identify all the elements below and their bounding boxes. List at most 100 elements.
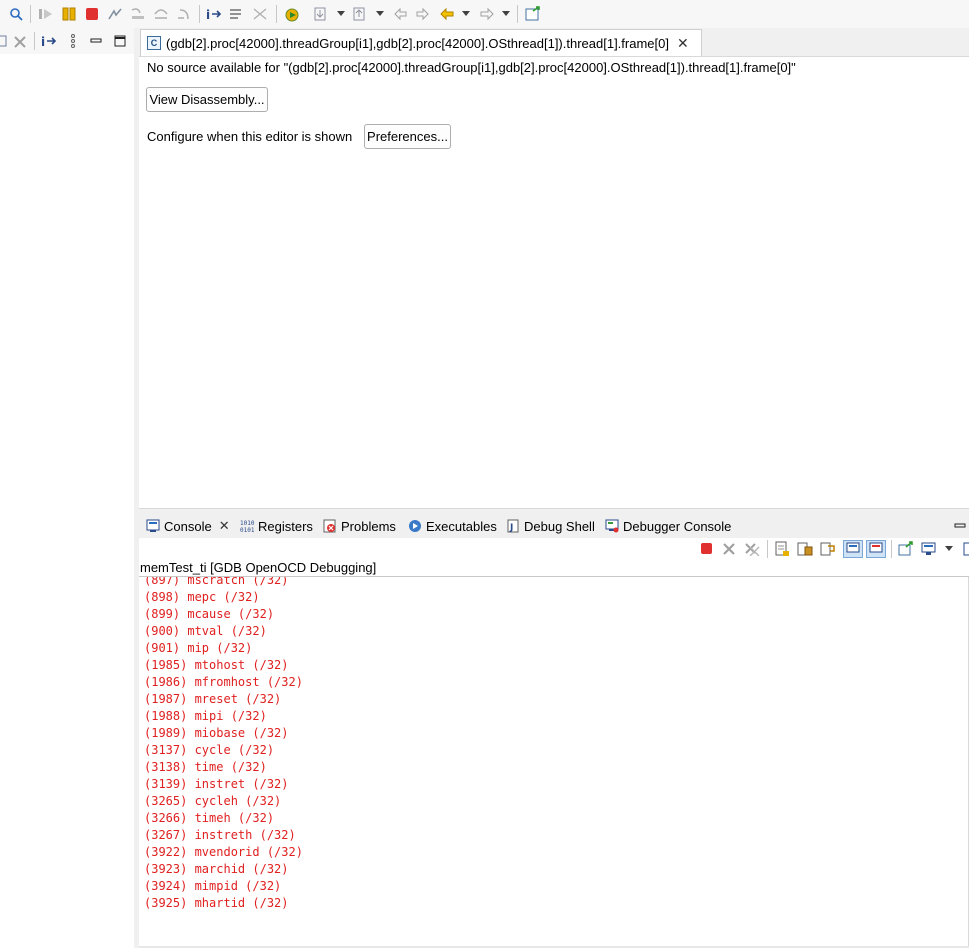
close-icon[interactable]: ✕ bbox=[219, 518, 230, 534]
new-window-icon[interactable] bbox=[525, 6, 541, 22]
step-over-icon[interactable] bbox=[153, 6, 169, 22]
console-line: (899) mcause (/32) bbox=[144, 607, 275, 621]
word-wrap-icon[interactable] bbox=[820, 541, 836, 557]
svg-text:0101: 0101 bbox=[240, 527, 255, 533]
tab-console[interactable]: Console ✕ bbox=[146, 517, 230, 535]
console-line: (900) mtval (/32) bbox=[144, 624, 267, 638]
scroll-lock-icon[interactable] bbox=[797, 541, 813, 557]
c-file-icon: C bbox=[147, 36, 161, 50]
console-line: (1988) mipi (/32) bbox=[144, 709, 267, 723]
svg-text:1010: 1010 bbox=[240, 520, 255, 527]
console-lines: (897) mscratch (/32) (898) mepc (/32) (899… bbox=[144, 577, 303, 912]
editor-tab-label: (gdb[2].proc[42000].threadGroup[i1],gdb[… bbox=[166, 35, 669, 51]
tab-registers[interactable]: 1010 0101 Registers bbox=[240, 517, 313, 535]
tab-label: Executables bbox=[426, 518, 497, 534]
console-line: (1989) miobase (/32) bbox=[144, 726, 289, 740]
view-disassembly-button[interactable]: View Disassembly... bbox=[146, 87, 268, 112]
tab-label: Console bbox=[164, 518, 212, 534]
suspend-icon[interactable] bbox=[61, 6, 77, 22]
reverse-step-icon[interactable] bbox=[392, 6, 408, 22]
save-trace-dropdown-icon[interactable] bbox=[376, 11, 384, 16]
show-console-on-stderr-icon[interactable] bbox=[866, 540, 886, 558]
tab-problems[interactable]: Problems bbox=[323, 517, 396, 535]
open-console-icon[interactable] bbox=[960, 541, 969, 557]
terminate-icon[interactable] bbox=[699, 541, 715, 557]
editor-area bbox=[139, 57, 969, 507]
toolbar-separator bbox=[891, 540, 892, 558]
instruction-stepping-icon[interactable]: i bbox=[206, 6, 222, 22]
registers-icon: 1010 0101 bbox=[240, 519, 255, 534]
remove-launch-icon[interactable] bbox=[721, 541, 737, 557]
toolbar-separator bbox=[30, 5, 31, 23]
step-return-icon[interactable] bbox=[176, 6, 192, 22]
console-output[interactable]: (897) mscratch (/32) (898) mepc (/32) (899… bbox=[139, 577, 969, 948]
console-line: (901) mip (/32) bbox=[144, 641, 253, 655]
console-title: memTest_ti [GDB OpenOCD Debugging] bbox=[140, 560, 377, 575]
console-line: (3139) instret (/32) bbox=[144, 777, 289, 791]
debug-view-pane bbox=[0, 28, 135, 948]
step-filters-icon[interactable] bbox=[229, 6, 245, 22]
console-line: (3138) time (/32) bbox=[144, 760, 267, 774]
preferences-button[interactable]: Preferences... bbox=[364, 124, 451, 149]
collapse-all-icon[interactable] bbox=[0, 33, 10, 49]
remove-all-terminated-icon[interactable] bbox=[12, 33, 28, 49]
load-image-dropdown-icon[interactable] bbox=[337, 11, 345, 16]
terminate-icon[interactable] bbox=[84, 6, 100, 22]
console-line: (3267) instreth (/32) bbox=[144, 828, 296, 842]
skip-breakpoints-icon[interactable] bbox=[8, 6, 24, 22]
display-selected-console-icon[interactable] bbox=[921, 541, 937, 557]
show-console-on-stdout-icon[interactable] bbox=[843, 540, 863, 558]
instruction-stepping-mode-icon[interactable]: i bbox=[41, 33, 57, 49]
debug-run-icon[interactable] bbox=[284, 6, 300, 22]
main-toolbar: i bbox=[0, 0, 969, 28]
save-trace-icon[interactable] bbox=[352, 6, 368, 22]
tab-label: Registers bbox=[258, 518, 313, 534]
debug-view-toolbar: i bbox=[0, 28, 134, 54]
uncall-icon[interactable] bbox=[415, 6, 431, 22]
console-line: (3266) timeh (/32) bbox=[144, 811, 275, 825]
toolbar-separator bbox=[517, 5, 518, 23]
console-line: (3924) mimpid (/32) bbox=[144, 879, 282, 893]
console-toolbar bbox=[139, 538, 969, 560]
back-icon[interactable] bbox=[439, 6, 455, 22]
problems-icon bbox=[323, 519, 337, 533]
minimize-icon[interactable] bbox=[88, 33, 104, 49]
console-line: (1986) mfromhost (/32) bbox=[144, 675, 303, 689]
toolbar-separator bbox=[34, 32, 35, 50]
console-line: (1985) mtohost (/32) bbox=[144, 658, 289, 672]
no-source-message: No source available for "(gdb[2].proc[42… bbox=[147, 60, 796, 75]
tab-debug-shell[interactable]: J Debug Shell bbox=[506, 517, 595, 535]
editor-tab-frame[interactable]: C (gdb[2].proc[42000].threadGroup[i1],gd… bbox=[140, 29, 702, 56]
tab-label: Debug Shell bbox=[524, 518, 595, 534]
resume-icon[interactable] bbox=[38, 6, 54, 22]
minimize-icon[interactable] bbox=[954, 519, 966, 534]
load-image-icon[interactable] bbox=[313, 6, 329, 22]
maximize-icon[interactable] bbox=[112, 33, 128, 49]
console-line: (3923) marchid (/32) bbox=[144, 862, 289, 876]
console-line: (3265) cycleh (/32) bbox=[144, 794, 282, 808]
disconnect-icon[interactable] bbox=[107, 6, 123, 22]
toolbar-separator bbox=[276, 5, 277, 23]
clear-console-icon[interactable] bbox=[774, 541, 790, 557]
toolbar-separator bbox=[767, 540, 768, 558]
forward-icon[interactable] bbox=[479, 6, 495, 22]
close-icon[interactable]: ✕ bbox=[677, 35, 689, 52]
tab-debugger-console[interactable]: Debugger Console bbox=[605, 517, 731, 535]
remove-all-terminated-icon[interactable] bbox=[744, 541, 760, 557]
pin-console-icon[interactable] bbox=[898, 541, 914, 557]
display-console-dropdown-icon[interactable] bbox=[945, 546, 953, 551]
back-dropdown-icon[interactable] bbox=[462, 11, 470, 16]
forward-dropdown-icon[interactable] bbox=[502, 11, 510, 16]
console-line: (1987) mreset (/32) bbox=[144, 692, 282, 706]
console-line: (3925) mhartid (/32) bbox=[144, 896, 289, 910]
tab-executables[interactable]: Executables bbox=[408, 517, 497, 535]
console-line: (898) mepc (/32) bbox=[144, 590, 260, 604]
console-icon bbox=[146, 519, 160, 533]
svg-text:J: J bbox=[509, 523, 513, 533]
configure-label: Configure when this editor is shown bbox=[147, 129, 353, 144]
view-menu-icon[interactable] bbox=[65, 33, 81, 49]
step-filter-toggle-icon[interactable] bbox=[252, 6, 268, 22]
tab-label: Debugger Console bbox=[623, 518, 732, 534]
console-line: (3137) cycle (/32) bbox=[144, 743, 275, 757]
step-into-icon[interactable] bbox=[130, 6, 146, 22]
